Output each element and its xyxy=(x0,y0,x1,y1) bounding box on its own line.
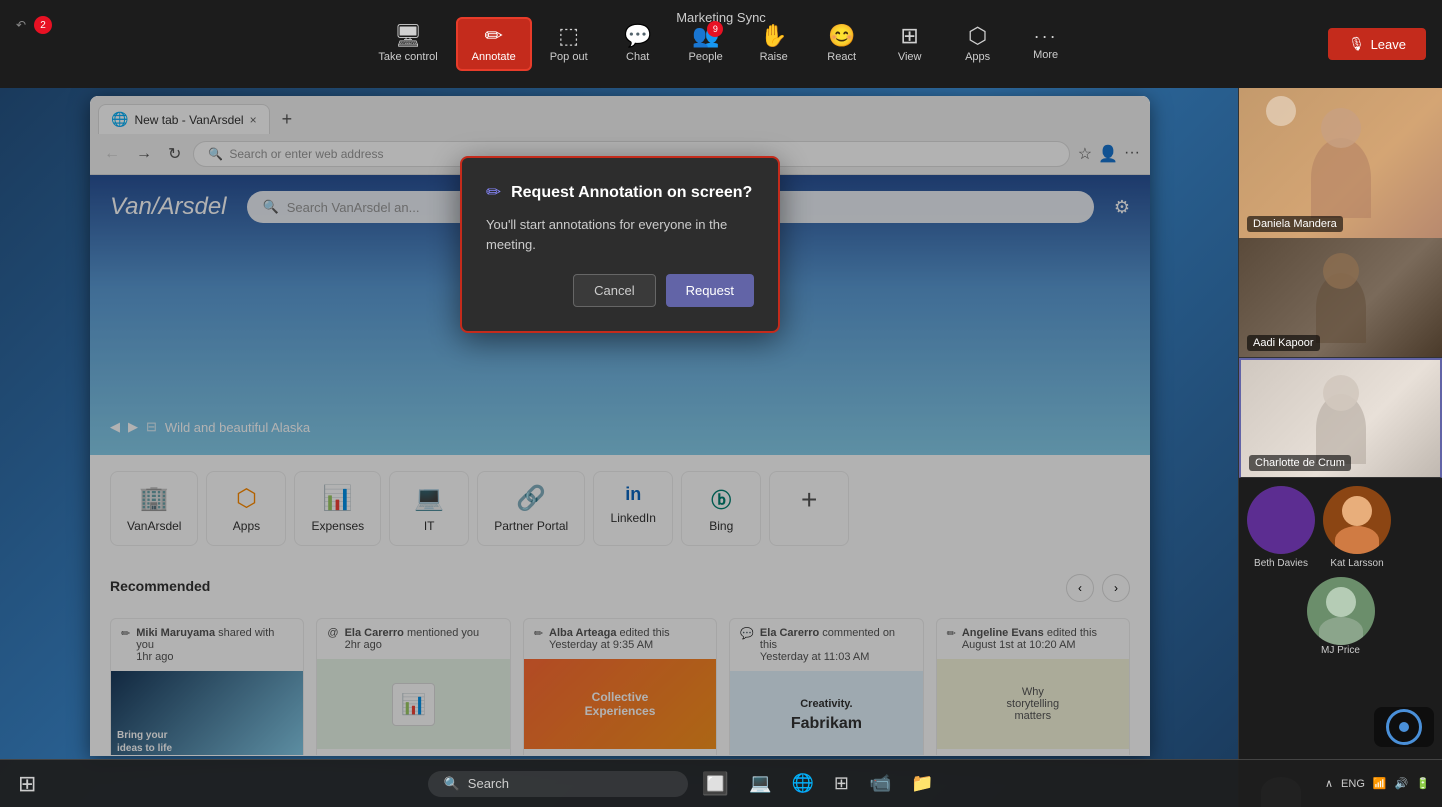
toolbar-item-more[interactable]: ··· More xyxy=(1014,21,1078,67)
modal-overlay: ✏ Request Annotation on screen? You'll s… xyxy=(90,96,1150,756)
search-bar[interactable]: 🔍 Search xyxy=(428,771,688,797)
toolbar-item-chat[interactable]: 💬 Chat xyxy=(606,19,670,69)
toolbar-item-pop-out[interactable]: ⬚ Pop out xyxy=(536,19,602,69)
cancel-button[interactable]: Cancel xyxy=(573,274,655,307)
toolbar-item-people[interactable]: 👥 9 People xyxy=(674,19,738,69)
participant-video-charlotte: Charlotte de Crum xyxy=(1239,358,1442,478)
wifi-icon: 📶 xyxy=(1373,777,1387,790)
browser-window: 🌐 New tab - VanArsdel × + ← → ↻ 🔍 Search… xyxy=(90,96,1150,756)
store-icon[interactable]: ⊞ xyxy=(828,769,855,798)
pop-out-icon: ⬚ xyxy=(558,25,579,47)
chat-icon: 💬 xyxy=(624,25,651,47)
people-icon: 👥 9 xyxy=(692,25,719,47)
participant-video-aadi: Aadi Kapoor xyxy=(1239,238,1442,358)
teams-icon[interactable]: 💻 xyxy=(743,769,777,798)
participants-panel: Daniela Mandera Aadi Kapoor Charlotte de… xyxy=(1238,88,1442,807)
leave-button[interactable]: 🎙 Leave xyxy=(1328,28,1426,60)
start-button[interactable]: ⊞ xyxy=(12,767,42,801)
name-kat: Kat Larsson xyxy=(1330,558,1383,569)
toolbar-item-annotate[interactable]: ✏ Annotate xyxy=(456,17,532,71)
more-icon: ··· xyxy=(1034,27,1058,45)
edge-icon[interactable]: 🌐 xyxy=(785,769,819,798)
avatar-mj xyxy=(1307,577,1375,645)
participant-label-daniela: Daniela Mandera xyxy=(1247,216,1343,232)
taskview-icon[interactable]: 🔲 xyxy=(696,767,735,801)
participant-label-charlotte: Charlotte de Crum xyxy=(1249,455,1351,471)
react-icon: 😊 xyxy=(828,25,855,47)
request-annotation-modal: ✏ Request Annotation on screen? You'll s… xyxy=(460,156,780,333)
request-button[interactable]: Request xyxy=(666,274,754,307)
battery-icon: 🔋 xyxy=(1416,777,1430,790)
file-explorer-icon[interactable]: 📁 xyxy=(905,769,939,798)
language-indicator: ENG xyxy=(1341,778,1365,790)
toolbar-item-raise[interactable]: ✋ Raise xyxy=(742,19,806,69)
apps-icon: ⬡ xyxy=(968,25,987,47)
logo-watermark xyxy=(1374,707,1434,747)
avatar-beth xyxy=(1247,486,1315,554)
microphone-muted-icon: 🎙 xyxy=(1348,36,1365,52)
toolbar-item-apps[interactable]: ⬡ Apps xyxy=(946,19,1010,69)
window-controls: ↶ 2 xyxy=(16,16,52,34)
volume-icon[interactable]: 🔊 xyxy=(1395,777,1409,790)
modal-title: Request Annotation on screen? xyxy=(511,184,752,202)
raise-icon: ✋ xyxy=(760,25,787,47)
participant-kat: Kat Larsson xyxy=(1323,486,1391,569)
taskbar: ⊞ 🔍 Search 🔲 💻 🌐 ⊞ 📹 📁 ∧ ENG 📶 🔊 🔋 xyxy=(0,759,1442,807)
toolbar-item-react[interactable]: 😊 React xyxy=(810,19,874,69)
search-icon-taskbar: 🔍 xyxy=(444,776,460,792)
meeting-toolbar: 🖥 Take control ✏ Annotate ⬚ Pop out 💬 Ch… xyxy=(364,17,1077,71)
participants-small: Beth Davies Kat Larsson xyxy=(1239,478,1442,577)
take-control-icon: 🖥 xyxy=(394,25,422,47)
system-tray-icon[interactable]: ∧ xyxy=(1325,777,1333,790)
modal-header: ✏ Request Annotation on screen? xyxy=(486,182,754,203)
taskbar-left: ⊞ xyxy=(12,767,42,801)
notification-badge: 2 xyxy=(34,16,52,34)
taskbar-center: 🔍 Search 🔲 💻 🌐 ⊞ 📹 📁 xyxy=(42,767,1325,801)
video-call-icon[interactable]: 📹 xyxy=(863,769,897,798)
avatar-kat xyxy=(1323,486,1391,554)
annotate-icon: ✏ xyxy=(484,25,502,47)
browser-area: 🌐 New tab - VanArsdel × + ← → ↻ 🔍 Search… xyxy=(0,88,1238,807)
taskbar-right: ∧ ENG 📶 🔊 🔋 xyxy=(1325,777,1430,790)
participant-beth: Beth Davies xyxy=(1247,486,1315,569)
back-icon[interactable]: ↶ xyxy=(16,18,26,32)
top-bar: Marketing Sync ↶ 2 🖥 Take control ✏ Anno… xyxy=(0,0,1442,88)
participant-label-aadi: Aadi Kapoor xyxy=(1247,335,1320,351)
annotation-modal-icon: ✏ xyxy=(486,182,501,203)
view-icon: ⊞ xyxy=(900,25,918,47)
modal-body: You'll start annotations for everyone in… xyxy=(486,215,754,254)
toolbar-item-view[interactable]: ⊞ View xyxy=(878,19,942,69)
participant-mj: MJ Price xyxy=(1239,577,1442,664)
people-badge: 9 xyxy=(707,21,723,37)
name-beth: Beth Davies xyxy=(1254,558,1308,569)
name-mj: MJ Price xyxy=(1321,645,1360,656)
toolbar-item-take-control[interactable]: 🖥 Take control xyxy=(364,19,451,69)
modal-actions: Cancel Request xyxy=(486,274,754,307)
